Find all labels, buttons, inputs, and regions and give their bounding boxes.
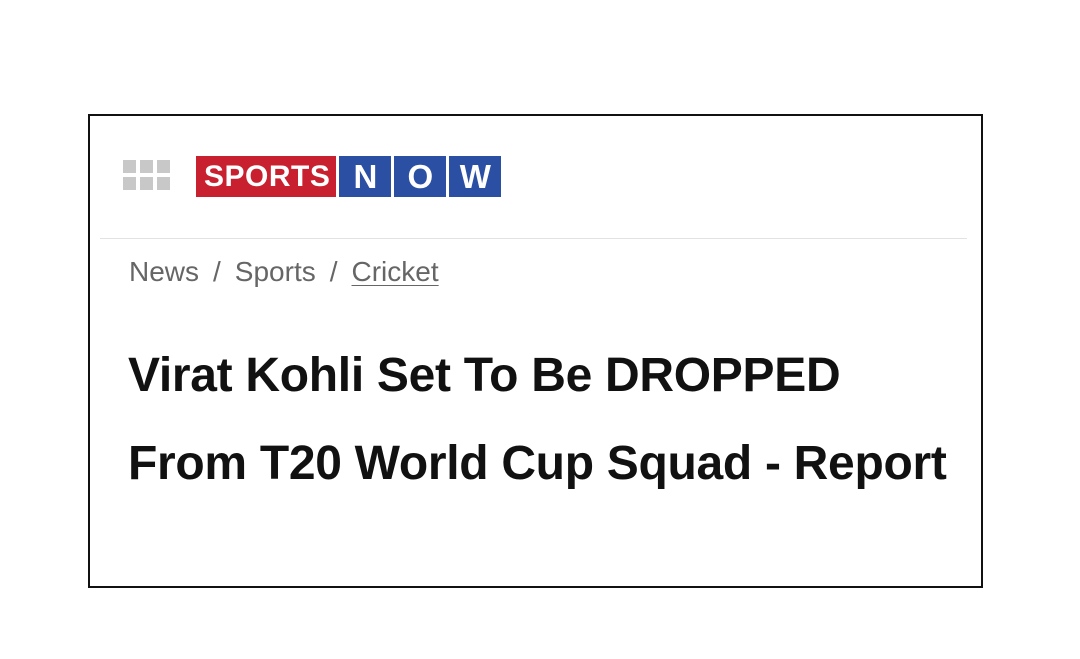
breadcrumb-separator: / xyxy=(329,256,338,287)
site-header: SPORTS N O W xyxy=(90,116,981,240)
breadcrumb-news[interactable]: News xyxy=(129,256,199,288)
logo-now-letter-o: O xyxy=(394,156,447,197)
breadcrumb-cricket[interactable]: Cricket xyxy=(352,256,439,288)
article-card: SPORTS N O W News / Sports / Cricket Vir… xyxy=(88,114,983,588)
breadcrumb-sports[interactable]: Sports xyxy=(235,256,316,288)
breadcrumb: News / Sports / Cricket xyxy=(129,256,439,288)
grid-menu-icon[interactable] xyxy=(123,160,171,192)
logo-now-tiles: N O W xyxy=(339,156,502,197)
breadcrumb-separator: / xyxy=(213,256,221,287)
article-headline: Virat Kohli Set To Be DROPPED From T20 W… xyxy=(128,349,947,490)
logo-now-letter-w: W xyxy=(449,156,502,197)
logo-sports-text: SPORTS xyxy=(196,156,337,197)
sports-now-logo[interactable]: SPORTS N O W xyxy=(196,156,502,197)
logo-now-letter-n: N xyxy=(339,156,392,197)
header-divider xyxy=(100,238,967,239)
